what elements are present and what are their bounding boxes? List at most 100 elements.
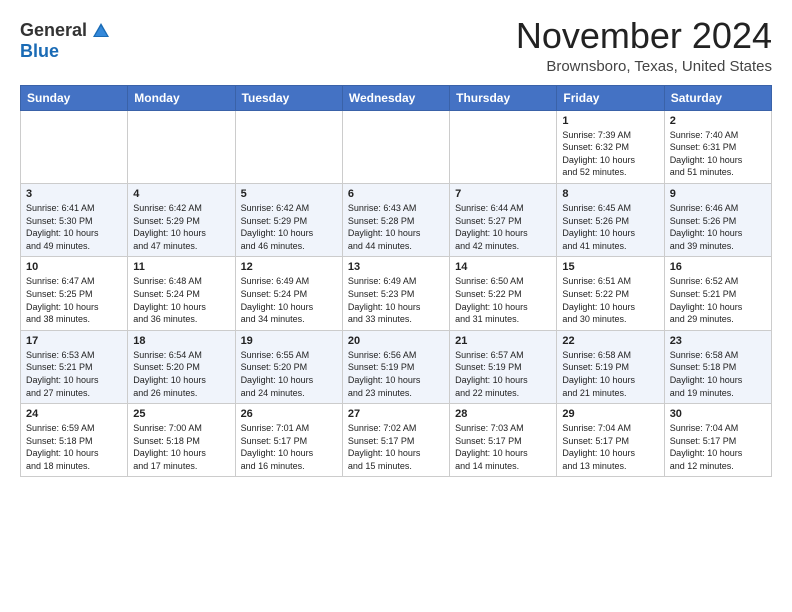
calendar-cell: 19 Sunrise: 6:55 AM Sunset: 5:20 PM Dayli… [235, 330, 342, 403]
day-info: Sunrise: 6:45 AM Sunset: 5:26 PM Dayligh… [562, 202, 658, 252]
day-info: Sunrise: 6:57 AM Sunset: 5:19 PM Dayligh… [455, 349, 551, 399]
day-number: 11 [133, 261, 229, 273]
day-info: Sunrise: 6:51 AM Sunset: 5:22 PM Dayligh… [562, 275, 658, 325]
calendar-cell: 18 Sunrise: 6:54 AM Sunset: 5:20 PM Dayli… [128, 330, 235, 403]
day-info: Sunrise: 6:58 AM Sunset: 5:19 PM Dayligh… [562, 349, 658, 399]
day-info: Sunrise: 7:01 AM Sunset: 5:17 PM Dayligh… [241, 422, 337, 472]
day-number: 10 [26, 261, 122, 273]
calendar-cell: 23Sunrise: 6:58 AM Sunset: 5:18 PM Dayli… [664, 330, 771, 403]
day-info: Sunrise: 7:40 AM Sunset: 6:31 PM Dayligh… [670, 129, 766, 179]
day-info: Sunrise: 7:03 AM Sunset: 5:17 PM Dayligh… [455, 422, 551, 472]
day-number: 6 [348, 188, 444, 200]
calendar-cell: 30Sunrise: 7:04 AM Sunset: 5:17 PM Dayli… [664, 404, 771, 477]
col-header-thursday: Thursday [450, 85, 557, 110]
calendar-cell: 15 Sunrise: 6:51 AM Sunset: 5:22 PM Dayli… [557, 257, 664, 330]
day-info: Sunrise: 6:44 AM Sunset: 5:27 PM Dayligh… [455, 202, 551, 252]
day-info: Sunrise: 6:41 AM Sunset: 5:30 PM Dayligh… [26, 202, 122, 252]
day-info: Sunrise: 6:53 AM Sunset: 5:21 PM Dayligh… [26, 349, 122, 399]
col-header-monday: Monday [128, 85, 235, 110]
day-info: Sunrise: 7:04 AM Sunset: 5:17 PM Dayligh… [670, 422, 766, 472]
logo-icon [91, 21, 111, 41]
calendar-cell: 21Sunrise: 6:57 AM Sunset: 5:19 PM Dayli… [450, 330, 557, 403]
calendar-cell: 12 Sunrise: 6:49 AM Sunset: 5:24 PM Dayli… [235, 257, 342, 330]
day-number: 28 [455, 408, 551, 420]
day-info: Sunrise: 7:02 AM Sunset: 5:17 PM Dayligh… [348, 422, 444, 472]
day-number: 29 [562, 408, 658, 420]
col-header-tuesday: Tuesday [235, 85, 342, 110]
day-number: 8 [562, 188, 658, 200]
calendar-cell: 8 Sunrise: 6:45 AM Sunset: 5:26 PM Daylig… [557, 183, 664, 256]
location: Brownsboro, Texas, United States [516, 58, 772, 75]
day-info: Sunrise: 6:49 AM Sunset: 5:23 PM Dayligh… [348, 275, 444, 325]
calendar-cell [342, 110, 449, 183]
month-title: November 2024 [516, 16, 772, 56]
calendar-cell: 13Sunrise: 6:49 AM Sunset: 5:23 PM Dayli… [342, 257, 449, 330]
calendar-week-1: 3Sunrise: 6:41 AM Sunset: 5:30 PM Daylig… [21, 183, 772, 256]
calendar-cell: 16 Sunrise: 6:52 AM Sunset: 5:21 PM Dayli… [664, 257, 771, 330]
day-number: 2 [670, 115, 766, 127]
calendar-cell: 22 Sunrise: 6:58 AM Sunset: 5:19 PM Dayli… [557, 330, 664, 403]
day-number: 5 [241, 188, 337, 200]
day-number: 18 [133, 335, 229, 347]
col-header-wednesday: Wednesday [342, 85, 449, 110]
day-number: 9 [670, 188, 766, 200]
logo: General Blue [20, 20, 111, 62]
calendar-cell: 1Sunrise: 7:39 AM Sunset: 6:32 PM Daylig… [557, 110, 664, 183]
day-info: Sunrise: 6:48 AM Sunset: 5:24 PM Dayligh… [133, 275, 229, 325]
day-info: Sunrise: 6:50 AM Sunset: 5:22 PM Dayligh… [455, 275, 551, 325]
calendar-week-2: 10Sunrise: 6:47 AM Sunset: 5:25 PM Dayli… [21, 257, 772, 330]
calendar-cell: 26 Sunrise: 7:01 AM Sunset: 5:17 PM Dayli… [235, 404, 342, 477]
day-number: 16 [670, 261, 766, 273]
calendar-cell: 2 Sunrise: 7:40 AM Sunset: 6:31 PM Daylig… [664, 110, 771, 183]
day-number: 14 [455, 261, 551, 273]
day-number: 26 [241, 408, 337, 420]
day-number: 19 [241, 335, 337, 347]
calendar-cell: 7 Sunrise: 6:44 AM Sunset: 5:27 PM Daylig… [450, 183, 557, 256]
header-area: General Blue November 2024 Brownsboro, T… [20, 16, 772, 75]
logo-text: General [20, 20, 111, 41]
day-number: 17 [26, 335, 122, 347]
day-info: Sunrise: 6:54 AM Sunset: 5:20 PM Dayligh… [133, 349, 229, 399]
day-number: 20 [348, 335, 444, 347]
day-info: Sunrise: 6:49 AM Sunset: 5:24 PM Dayligh… [241, 275, 337, 325]
day-info: Sunrise: 6:52 AM Sunset: 5:21 PM Dayligh… [670, 275, 766, 325]
day-info: Sunrise: 6:56 AM Sunset: 5:19 PM Dayligh… [348, 349, 444, 399]
calendar-cell [128, 110, 235, 183]
day-number: 12 [241, 261, 337, 273]
day-number: 24 [26, 408, 122, 420]
calendar-cell [235, 110, 342, 183]
day-info: Sunrise: 6:55 AM Sunset: 5:20 PM Dayligh… [241, 349, 337, 399]
day-number: 22 [562, 335, 658, 347]
calendar-header-row: SundayMondayTuesdayWednesdayThursdayFrid… [21, 85, 772, 110]
day-number: 7 [455, 188, 551, 200]
logo-general-text: General [20, 20, 87, 41]
calendar-cell: 28 Sunrise: 7:03 AM Sunset: 5:17 PM Dayli… [450, 404, 557, 477]
calendar-cell: 5Sunrise: 6:42 AM Sunset: 5:29 PM Daylig… [235, 183, 342, 256]
calendar-cell: 14 Sunrise: 6:50 AM Sunset: 5:22 PM Dayli… [450, 257, 557, 330]
calendar-cell: 11 Sunrise: 6:48 AM Sunset: 5:24 PM Dayli… [128, 257, 235, 330]
day-number: 15 [562, 261, 658, 273]
day-info: Sunrise: 7:00 AM Sunset: 5:18 PM Dayligh… [133, 422, 229, 472]
calendar-cell: 9 Sunrise: 6:46 AM Sunset: 5:26 PM Daylig… [664, 183, 771, 256]
calendar-cell: 27Sunrise: 7:02 AM Sunset: 5:17 PM Dayli… [342, 404, 449, 477]
day-info: Sunrise: 6:46 AM Sunset: 5:26 PM Dayligh… [670, 202, 766, 252]
col-header-friday: Friday [557, 85, 664, 110]
calendar-cell: 10Sunrise: 6:47 AM Sunset: 5:25 PM Dayli… [21, 257, 128, 330]
day-number: 4 [133, 188, 229, 200]
day-number: 25 [133, 408, 229, 420]
calendar-cell [21, 110, 128, 183]
calendar-cell: 4Sunrise: 6:42 AM Sunset: 5:29 PM Daylig… [128, 183, 235, 256]
calendar-cell [450, 110, 557, 183]
calendar: SundayMondayTuesdayWednesdayThursdayFrid… [20, 85, 772, 478]
day-number: 1 [562, 115, 658, 127]
calendar-cell: 24 Sunrise: 6:59 AM Sunset: 5:18 PM Dayli… [21, 404, 128, 477]
day-info: Sunrise: 6:58 AM Sunset: 5:18 PM Dayligh… [670, 349, 766, 399]
calendar-week-3: 17 Sunrise: 6:53 AM Sunset: 5:21 PM Dayli… [21, 330, 772, 403]
col-header-saturday: Saturday [664, 85, 771, 110]
calendar-cell: 6 Sunrise: 6:43 AM Sunset: 5:28 PM Daylig… [342, 183, 449, 256]
day-info: Sunrise: 6:43 AM Sunset: 5:28 PM Dayligh… [348, 202, 444, 252]
logo-blue-text: Blue [20, 41, 59, 62]
day-info: Sunrise: 6:59 AM Sunset: 5:18 PM Dayligh… [26, 422, 122, 472]
calendar-week-4: 24 Sunrise: 6:59 AM Sunset: 5:18 PM Dayli… [21, 404, 772, 477]
day-info: Sunrise: 7:04 AM Sunset: 5:17 PM Dayligh… [562, 422, 658, 472]
